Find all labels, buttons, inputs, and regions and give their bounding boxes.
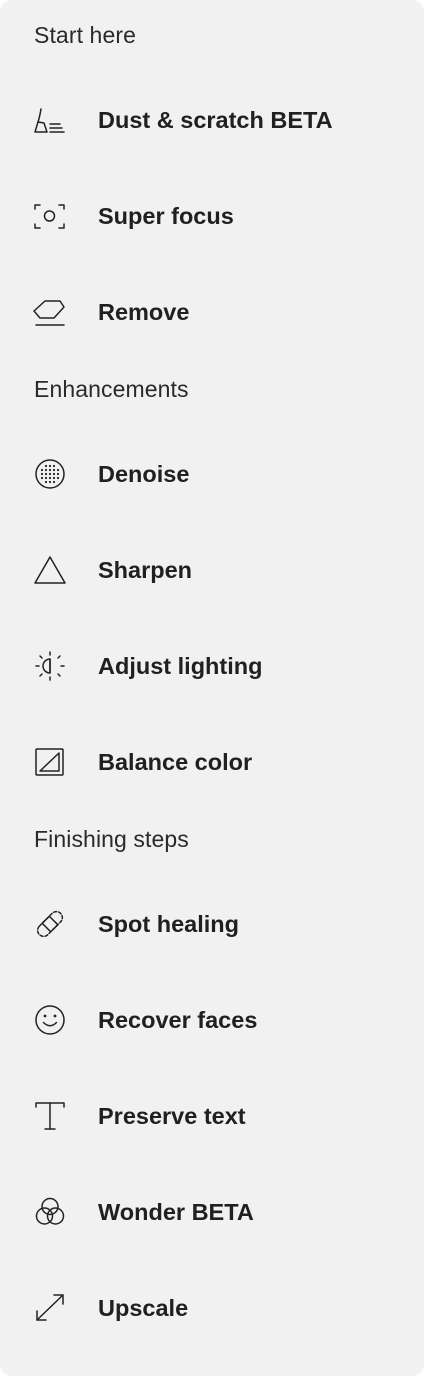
tool-label: Recover faces <box>98 1007 258 1033</box>
tool-dust-scratch[interactable]: Dust & scratch BETA <box>0 84 424 156</box>
color-balance-icon <box>30 744 68 780</box>
tool-balance-color[interactable]: Balance color <box>0 726 424 798</box>
tool-remove[interactable]: Remove <box>0 276 424 348</box>
tool-label: Sharpen <box>98 557 193 583</box>
tool-label: Upscale <box>98 1295 189 1321</box>
focus-frame-icon <box>30 198 68 234</box>
dotted-circle-icon <box>30 456 68 492</box>
tool-recover-faces[interactable]: Recover faces <box>0 984 424 1056</box>
section-title-finishing-steps: Finishing steps <box>34 826 189 852</box>
tool-label: Wonder BETA <box>98 1199 254 1225</box>
smiley-face-icon <box>30 1002 68 1038</box>
broom-icon <box>30 102 68 138</box>
tool-super-focus[interactable]: Super focus <box>0 180 424 252</box>
tool-label: Preserve text <box>98 1103 246 1129</box>
tool-label: Super focus <box>98 203 234 229</box>
tool-sharpen[interactable]: Sharpen <box>0 534 424 606</box>
eraser-icon <box>30 294 68 330</box>
overlapping-circles-icon <box>30 1194 68 1230</box>
tool-label: Spot healing <box>98 911 239 937</box>
text-t-icon <box>30 1098 68 1134</box>
section-title-start-here: Start here <box>34 22 136 48</box>
bandage-icon <box>30 906 68 942</box>
tool-label: Dust & scratch BETA <box>98 107 333 133</box>
triangle-icon <box>30 552 68 588</box>
tools-panel: Start here Dust & scratch BETA Super foc… <box>0 0 424 1376</box>
tool-label: Remove <box>98 299 190 325</box>
tool-preserve-text[interactable]: Preserve text <box>0 1080 424 1152</box>
sun-half-icon <box>30 648 68 684</box>
tool-upscale[interactable]: Upscale <box>0 1272 424 1344</box>
tool-denoise[interactable]: Denoise <box>0 438 424 510</box>
tool-adjust-lighting[interactable]: Adjust lighting <box>0 630 424 702</box>
tool-label: Balance color <box>98 749 253 775</box>
tool-label: Denoise <box>98 461 190 487</box>
diagonal-arrows-icon <box>30 1290 68 1326</box>
tool-wonder[interactable]: Wonder BETA <box>0 1176 424 1248</box>
tool-spot-healing[interactable]: Spot healing <box>0 888 424 960</box>
section-title-enhancements: Enhancements <box>34 376 189 402</box>
tool-label: Adjust lighting <box>98 653 263 679</box>
